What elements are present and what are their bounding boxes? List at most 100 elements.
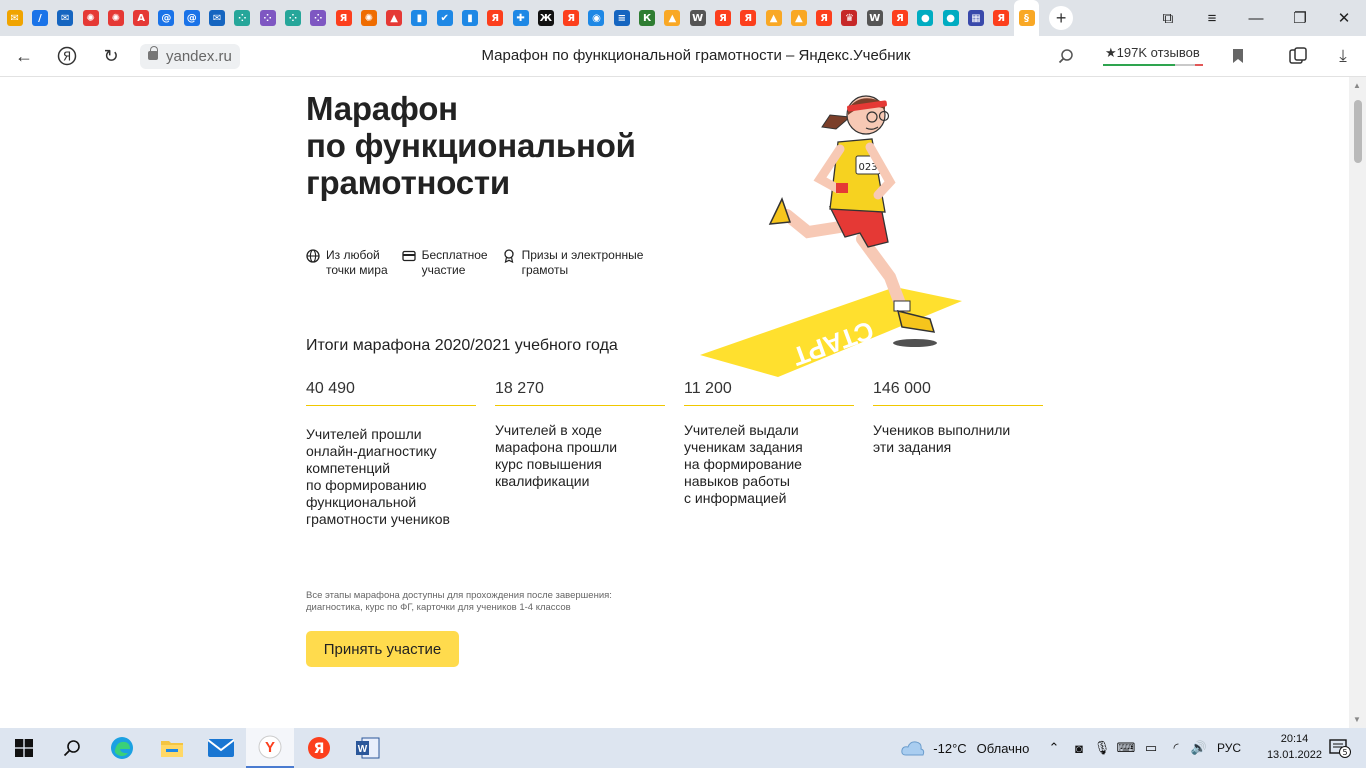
browser-tab[interactable]: ⁘ [280, 0, 305, 36]
word-icon[interactable]: W [344, 728, 392, 768]
reload-icon[interactable]: ↻ [97, 44, 125, 68]
browser-tab[interactable]: ▲ [786, 0, 811, 36]
browser-tab[interactable]: ✺ [103, 0, 128, 36]
volume-icon[interactable]: 🔊 [1188, 728, 1210, 768]
microphone-icon[interactable]: 🎙 [1091, 728, 1113, 768]
stat-description: Учителей в ходе марафона прошли курс пов… [495, 422, 665, 490]
section-icon: § [1018, 10, 1035, 26]
tray-expand-icon[interactable]: ⌃ [1044, 728, 1064, 768]
browser-tab[interactable]: ✺ [356, 0, 381, 36]
windows-start-icon[interactable] [0, 728, 48, 768]
browser-tab[interactable]: / [27, 0, 52, 36]
browser-tab[interactable]: Я [710, 0, 735, 36]
browser-tab[interactable]: ● [913, 0, 938, 36]
wifi-icon[interactable]: ◜ [1165, 728, 1187, 768]
page-viewport: Марафон по функциональной грамотности Из… [0, 77, 1349, 728]
weather-temperature[interactable]: -12°C [930, 728, 970, 768]
browser-tab[interactable]: § [1013, 0, 1040, 36]
weather-description[interactable]: Облачно [972, 728, 1034, 768]
search-icon[interactable] [1052, 44, 1080, 68]
stat-desc-line: компетенций [306, 460, 391, 476]
yandex-icon[interactable]: Я [295, 728, 343, 768]
clock[interactable]: 20:14 13.01.2022 [1267, 731, 1322, 763]
stat-desc-line: Учителей выдали [684, 422, 799, 438]
edge-icon[interactable] [98, 728, 146, 768]
scrollbar-thumb[interactable] [1354, 100, 1362, 163]
join-button[interactable]: Принять участие [306, 631, 459, 667]
heading-line-3: грамотности [306, 164, 510, 201]
back-icon[interactable]: ← [10, 44, 38, 68]
browser-tab[interactable]: ♛ [837, 0, 862, 36]
download-icon[interactable]: ⤓ [1329, 44, 1357, 68]
stat-number: 146 000 [873, 380, 1043, 406]
file-explorer-icon[interactable] [148, 728, 196, 768]
browser-tab[interactable]: A [128, 0, 153, 36]
feature-free-line1: Бесплатное [421, 248, 488, 262]
meet-now-icon[interactable]: ◙ [1068, 728, 1090, 768]
browser-tab[interactable]: ✺ [78, 0, 103, 36]
browser-tab[interactable]: ▲ [761, 0, 786, 36]
browser-tab[interactable]: ▮ [457, 0, 482, 36]
wikipedia-icon: W [689, 10, 706, 26]
browser-tab[interactable]: Я [331, 0, 356, 36]
browser-tab[interactable]: ✔ [432, 0, 457, 36]
yandex-browser-icon[interactable]: Y [246, 728, 294, 768]
stat-desc-line: Учителей прошли [306, 426, 422, 442]
mail-icon[interactable] [197, 728, 245, 768]
browser-tab[interactable]: ✉ [53, 0, 78, 36]
browser-tab[interactable]: ✚ [508, 0, 533, 36]
browser-tab[interactable]: ✉ [204, 0, 229, 36]
page-scrollbar[interactable]: ▲ ▼ [1349, 77, 1366, 728]
weather-cloud-icon[interactable] [898, 728, 928, 768]
touch-keyboard-icon[interactable]: ⌨ [1115, 728, 1137, 768]
award-icon [503, 249, 514, 263]
scroll-up-icon[interactable]: ▲ [1353, 81, 1361, 90]
browser-tab[interactable]: ▲ [660, 0, 685, 36]
stat-desc-line: онлайн-диагностику [306, 443, 437, 459]
browser-tab[interactable]: ⁘ [306, 0, 331, 36]
browser-tab[interactable]: К [634, 0, 659, 36]
browser-tab[interactable]: ▮ [407, 0, 432, 36]
browser-tab[interactable]: ✉ [2, 0, 27, 36]
scroll-down-icon[interactable]: ▼ [1353, 715, 1361, 724]
reviews-badge[interactable]: ★197K отзывов [1103, 44, 1203, 66]
close-icon[interactable]: ✕ [1322, 0, 1366, 36]
language-indicator[interactable]: РУС [1214, 728, 1244, 768]
browser-tab[interactable]: Я [812, 0, 837, 36]
feature-free: Бесплатное участие [401, 248, 488, 278]
browser-tab[interactable]: ⁘ [255, 0, 280, 36]
tabs-menu-icon[interactable]: ⧉ [1146, 0, 1190, 36]
browser-tab[interactable]: @ [179, 0, 204, 36]
browser-tab[interactable]: Я [989, 0, 1014, 36]
restore-icon[interactable]: ❐ [1278, 0, 1322, 36]
browser-tab[interactable]: Я [887, 0, 912, 36]
yandex-icon: Я [892, 10, 909, 26]
stat-number: 40 490 [306, 380, 476, 406]
battery-icon[interactable]: ▭ [1139, 728, 1163, 768]
browser-tab[interactable]: @ [154, 0, 179, 36]
url-field[interactable]: yandex.ru [140, 44, 240, 69]
notifications-icon[interactable]: 5 [1320, 728, 1360, 768]
browser-tab[interactable]: Ж [533, 0, 558, 36]
browser-tab[interactable]: ▦ [963, 0, 988, 36]
search-icon[interactable] [48, 728, 96, 768]
browser-tab[interactable]: ≡ [609, 0, 634, 36]
browser-tab[interactable]: W [862, 0, 887, 36]
browser-tab[interactable]: W [685, 0, 710, 36]
browser-tab[interactable]: Я [559, 0, 584, 36]
bookmark-icon[interactable] [1224, 44, 1252, 68]
yandex-icon: Я [993, 10, 1010, 26]
yandex-home-icon[interactable]: Я [53, 44, 81, 68]
minimize-icon[interactable]: — [1234, 0, 1278, 36]
browser-tab[interactable]: ⁘ [230, 0, 255, 36]
browser-tab[interactable]: ◉ [584, 0, 609, 36]
browser-tab[interactable]: Я [483, 0, 508, 36]
browser-tab[interactable]: Я [736, 0, 761, 36]
dots-icon: ⁘ [234, 10, 251, 26]
cross-icon: ✚ [512, 10, 529, 26]
collections-icon[interactable] [1284, 44, 1312, 68]
new-tab-button[interactable]: + [1049, 6, 1074, 30]
menu-icon[interactable]: ≡ [1190, 0, 1234, 36]
browser-tab[interactable]: ● [938, 0, 963, 36]
browser-tab[interactable]: ▲ [381, 0, 406, 36]
